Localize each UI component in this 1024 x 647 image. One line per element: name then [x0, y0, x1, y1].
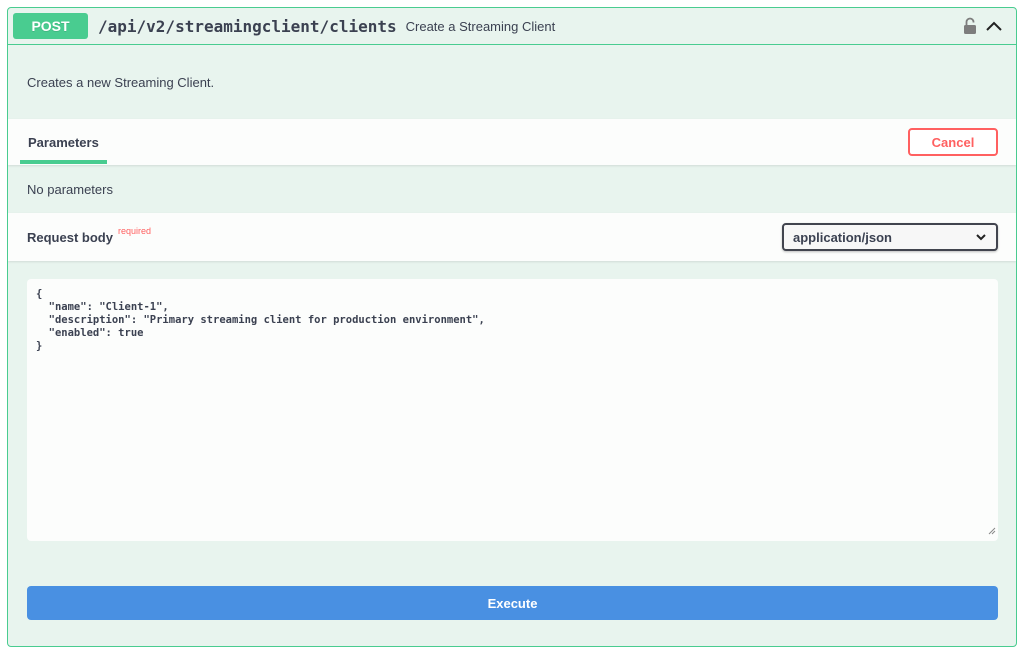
- http-method-badge: POST: [13, 13, 88, 39]
- request-body-json: { "name": "Client-1", "description": "Pr…: [36, 288, 485, 352]
- parameters-header: Parameters Cancel: [8, 119, 1016, 165]
- chevron-down-icon: [975, 233, 987, 241]
- resize-grip-icon[interactable]: [988, 526, 996, 539]
- tab-parameters[interactable]: Parameters: [20, 119, 107, 165]
- no-parameters-text: No parameters: [27, 181, 113, 197]
- cancel-button[interactable]: Cancel: [908, 128, 998, 156]
- chevron-up-icon[interactable]: [985, 20, 1003, 32]
- operation-summary-text: Create a Streaming Client: [405, 18, 556, 34]
- content-type-select[interactable]: application/json: [782, 223, 998, 251]
- content-type-value: application/json: [793, 229, 892, 245]
- operation-description: Creates a new Streaming Client.: [27, 74, 215, 90]
- operation-summary[interactable]: POST /api/v2/streamingclient/clients Cre…: [8, 8, 1016, 45]
- unlocked-padlock-icon[interactable]: [963, 17, 977, 35]
- summary-controls: [963, 17, 1011, 35]
- endpoint-path: /api/v2/streamingclient/clients: [98, 16, 397, 36]
- request-body-editor[interactable]: { "name": "Client-1", "description": "Pr…: [27, 279, 998, 541]
- operation-block: POST /api/v2/streamingclient/clients Cre…: [7, 7, 1017, 647]
- request-body-area: { "name": "Client-1", "description": "Pr…: [8, 261, 1016, 541]
- execute-button[interactable]: Execute: [27, 586, 998, 620]
- request-body-title: Request body: [27, 229, 113, 245]
- required-label: required: [117, 226, 151, 236]
- request-body-header: Request body required application/json: [8, 213, 1016, 261]
